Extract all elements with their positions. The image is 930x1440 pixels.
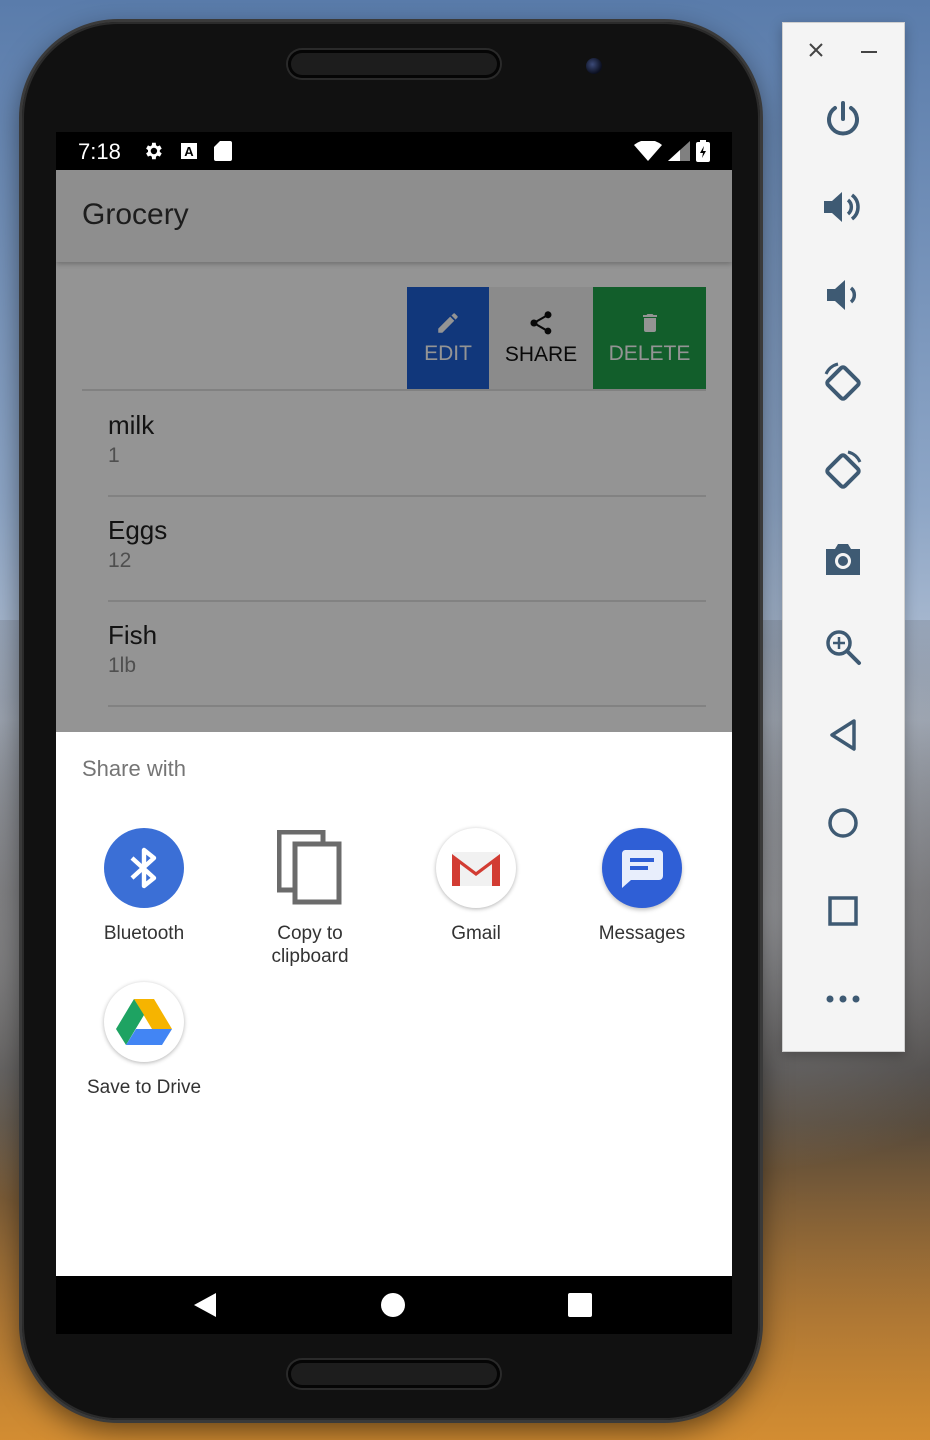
- nav-overview-button[interactable]: [563, 1288, 597, 1322]
- more-icon: [826, 995, 860, 1003]
- svg-text:A: A: [184, 144, 194, 159]
- share-target-drive[interactable]: Save to Drive: [61, 982, 227, 1099]
- power-button[interactable]: [819, 95, 867, 143]
- back-icon: [830, 719, 856, 751]
- overview-icon: [828, 896, 858, 926]
- signal-icon: [668, 141, 690, 161]
- more-button[interactable]: [819, 975, 867, 1023]
- top-speaker: [288, 50, 500, 78]
- rotate-left-button[interactable]: [819, 359, 867, 407]
- emulator-controls: [782, 22, 905, 1052]
- close-icon[interactable]: [807, 41, 825, 59]
- navigation-bar: [56, 1276, 732, 1334]
- screenshot-button[interactable]: [819, 535, 867, 583]
- emulator-home-button[interactable]: [819, 799, 867, 847]
- back-triangle-icon: [194, 1293, 216, 1317]
- volume-down-icon: [827, 280, 857, 310]
- settings-icon: [146, 142, 162, 160]
- status-time: 7:18: [78, 139, 121, 164]
- battery-icon: [696, 140, 710, 162]
- share-target-label: Copy to clipboard: [271, 923, 349, 967]
- minimize-icon[interactable]: [861, 51, 877, 53]
- volume-up-button[interactable]: [819, 183, 867, 231]
- home-circle-icon: [381, 1293, 405, 1317]
- volume-up-icon: [824, 192, 860, 222]
- home-icon: [828, 808, 858, 838]
- drive-icon: [104, 982, 184, 1062]
- zoom-icon: [826, 630, 861, 665]
- share-target-label: Gmail: [451, 923, 501, 944]
- zoom-button[interactable]: [819, 623, 867, 671]
- gmail-icon: [436, 828, 516, 908]
- power-icon: [827, 101, 859, 136]
- share-sheet: Share with Bluetooth Copy to clipboard G…: [56, 732, 732, 1276]
- front-camera: [586, 58, 602, 74]
- share-target-bluetooth[interactable]: Bluetooth: [61, 828, 227, 945]
- bottom-speaker: [288, 1360, 500, 1388]
- share-target-label: Messages: [598, 923, 686, 944]
- share-target-label: Save to Drive: [86, 1077, 202, 1098]
- emulator-back-button[interactable]: [819, 711, 867, 759]
- grocery-app: Grocery EDIT SHARE DELETE milk 1 Eggs 12…: [56, 170, 732, 1334]
- overview-square-icon: [568, 1293, 592, 1317]
- phone-screen: 7:18 A Grocery EDIT SHARE DELETE milk 1 …: [56, 132, 732, 1334]
- rotate-right-icon: [825, 450, 862, 489]
- copy-icon: [270, 828, 350, 908]
- sd-card-icon: [214, 141, 232, 161]
- camera-icon: [826, 544, 860, 575]
- phone-frame: 7:18 A Grocery EDIT SHARE DELETE milk 1 …: [22, 22, 760, 1420]
- messages-icon: [602, 828, 682, 908]
- nav-home-button[interactable]: [376, 1288, 410, 1322]
- share-target-gmail[interactable]: Gmail: [393, 828, 559, 945]
- status-bar: 7:18 A: [56, 132, 732, 170]
- nav-back-button[interactable]: [188, 1288, 222, 1322]
- rotate-left-icon: [824, 362, 861, 401]
- volume-down-button[interactable]: [819, 271, 867, 319]
- bluetooth-icon: [104, 828, 184, 908]
- share-sheet-title: Share with: [82, 756, 186, 781]
- wifi-icon: [634, 141, 662, 161]
- share-target-messages[interactable]: Messages: [559, 828, 725, 945]
- emulator-overview-button[interactable]: [819, 887, 867, 935]
- share-target-clipboard[interactable]: Copy to clipboard: [227, 828, 393, 968]
- share-target-label: Bluetooth: [103, 923, 185, 944]
- keyboard-a-icon: A: [181, 143, 197, 159]
- rotate-right-button[interactable]: [819, 447, 867, 495]
